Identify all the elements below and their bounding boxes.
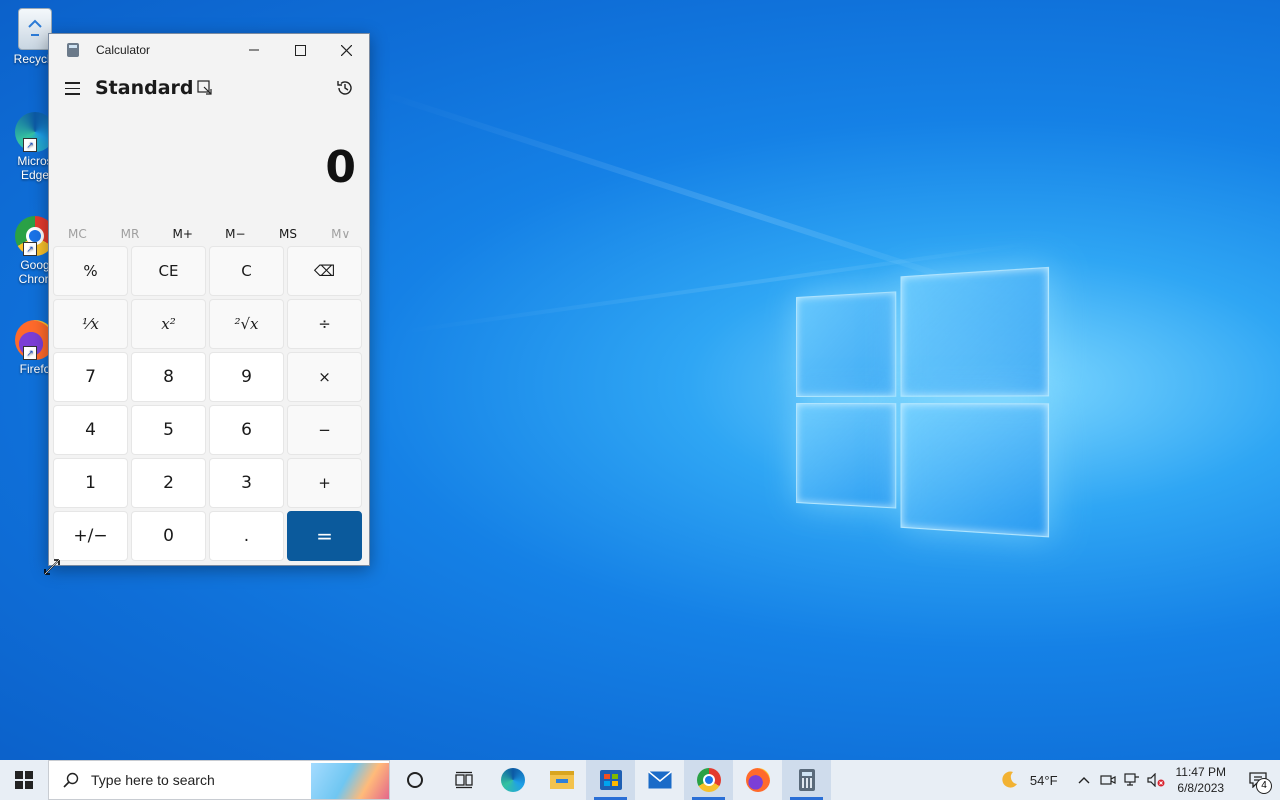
key-label: ⅟x [82, 315, 99, 333]
taskbar-file-explorer[interactable] [537, 760, 586, 800]
mode-title: Standard [95, 77, 194, 99]
taskbar-search-box[interactable]: Type here to search [48, 760, 390, 800]
edge-icon [501, 768, 525, 792]
weather-temperature: 54°F [1030, 773, 1058, 788]
clear-button[interactable]: C [209, 246, 284, 296]
taskbar-chrome[interactable] [684, 760, 733, 800]
add-button[interactable]: + [287, 458, 362, 508]
divide-button[interactable]: ÷ [287, 299, 362, 349]
camera-icon [1100, 773, 1116, 787]
key-label: x² [161, 315, 175, 333]
clock-time: 11:47 PM [1176, 764, 1226, 780]
taskbar: Type here to search 54°F 11:47 PM 6/8/20… [0, 760, 1280, 800]
calculator-icon [799, 769, 815, 791]
digit-4-button[interactable]: 4 [53, 405, 128, 455]
resize-cursor-icon [43, 558, 61, 576]
digit-0-button[interactable]: 0 [131, 511, 206, 561]
clear-entry-button[interactable]: CE [131, 246, 206, 296]
digit-7-button[interactable]: 7 [53, 352, 128, 402]
hamburger-menu-icon[interactable] [65, 82, 80, 99]
taskbar-calculator[interactable] [782, 760, 831, 800]
start-button[interactable] [0, 760, 48, 800]
mail-icon [648, 771, 672, 789]
close-icon [341, 45, 352, 56]
minimize-icon [249, 45, 259, 55]
reciprocal-button[interactable]: ⅟x [53, 299, 128, 349]
history-icon[interactable] [335, 78, 355, 98]
search-placeholder: Type here to search [91, 772, 215, 788]
recycle-bin-icon [18, 8, 52, 50]
volume-button[interactable] [1144, 760, 1168, 800]
digit-3-button[interactable]: 3 [209, 458, 284, 508]
negate-button[interactable]: +/− [53, 511, 128, 561]
display-value: 0 [325, 142, 356, 193]
search-highlight-image [311, 763, 389, 799]
digit-2-button[interactable]: 2 [131, 458, 206, 508]
taskbar-store[interactable] [586, 760, 635, 800]
digit-8-button[interactable]: 8 [131, 352, 206, 402]
digit-9-button[interactable]: 9 [209, 352, 284, 402]
search-icon [63, 772, 79, 788]
clock-date: 6/8/2023 [1176, 780, 1226, 796]
volume-muted-icon [1147, 773, 1165, 787]
minimize-button[interactable] [231, 34, 277, 66]
keypad: % CE C ⌫ ⅟x x² ²√x ÷ 7 8 9 × 4 5 6 − 1 2… [49, 242, 366, 565]
digit-6-button[interactable]: 6 [209, 405, 284, 455]
taskbar-edge[interactable] [488, 760, 537, 800]
network-button[interactable] [1120, 760, 1144, 800]
light-beam [379, 90, 1009, 300]
digit-5-button[interactable]: 5 [131, 405, 206, 455]
clock[interactable]: 11:47 PM 6/8/2023 [1176, 764, 1226, 796]
cortana-icon [406, 771, 424, 789]
close-button[interactable] [323, 34, 369, 66]
chrome-icon [697, 768, 721, 792]
multiply-button[interactable]: × [287, 352, 362, 402]
action-center-button[interactable]: 4 [1236, 760, 1280, 800]
percent-button[interactable]: % [53, 246, 128, 296]
subtract-button[interactable]: − [287, 405, 362, 455]
maximize-icon [295, 45, 306, 56]
digit-1-button[interactable]: 1 [53, 458, 128, 508]
chevron-up-icon [1078, 776, 1090, 784]
backspace-button[interactable]: ⌫ [287, 246, 362, 296]
calculator-window[interactable]: Calculator Standard 0 MC MR M+ M− MS M∨ … [48, 33, 370, 566]
meet-now-button[interactable] [1096, 760, 1120, 800]
task-view-button[interactable] [439, 760, 488, 800]
result-display: 0 [49, 112, 369, 222]
firefox-icon [746, 768, 770, 792]
taskbar-firefox[interactable] [733, 760, 782, 800]
system-tray: 54°F 11:47 PM 6/8/2023 4 [998, 760, 1280, 800]
square-root-button[interactable]: ²√x [209, 299, 284, 349]
weather-widget[interactable]: 54°F [998, 769, 1058, 791]
show-hidden-icons-button[interactable] [1072, 760, 1096, 800]
moon-weather-icon [998, 769, 1020, 791]
file-explorer-icon [550, 771, 574, 789]
calculator-header: Standard [49, 66, 369, 112]
decimal-button[interactable]: . [209, 511, 284, 561]
cortana-button[interactable] [390, 760, 439, 800]
taskbar-mail[interactable] [635, 760, 684, 800]
store-icon [600, 770, 622, 790]
network-icon [1124, 773, 1140, 787]
task-view-icon [454, 771, 474, 789]
window-title: Calculator [96, 43, 150, 57]
equals-button[interactable]: = [287, 511, 362, 561]
windows-logo-wallpaper [796, 267, 1047, 535]
notification-count: 4 [1256, 778, 1272, 794]
square-button[interactable]: x² [131, 299, 206, 349]
calculator-app-icon [67, 43, 79, 57]
maximize-button[interactable] [277, 34, 323, 66]
keep-on-top-icon[interactable] [197, 80, 213, 96]
key-label: ²√x [234, 315, 258, 333]
windows-start-icon [15, 771, 33, 789]
title-bar[interactable]: Calculator [49, 34, 369, 66]
